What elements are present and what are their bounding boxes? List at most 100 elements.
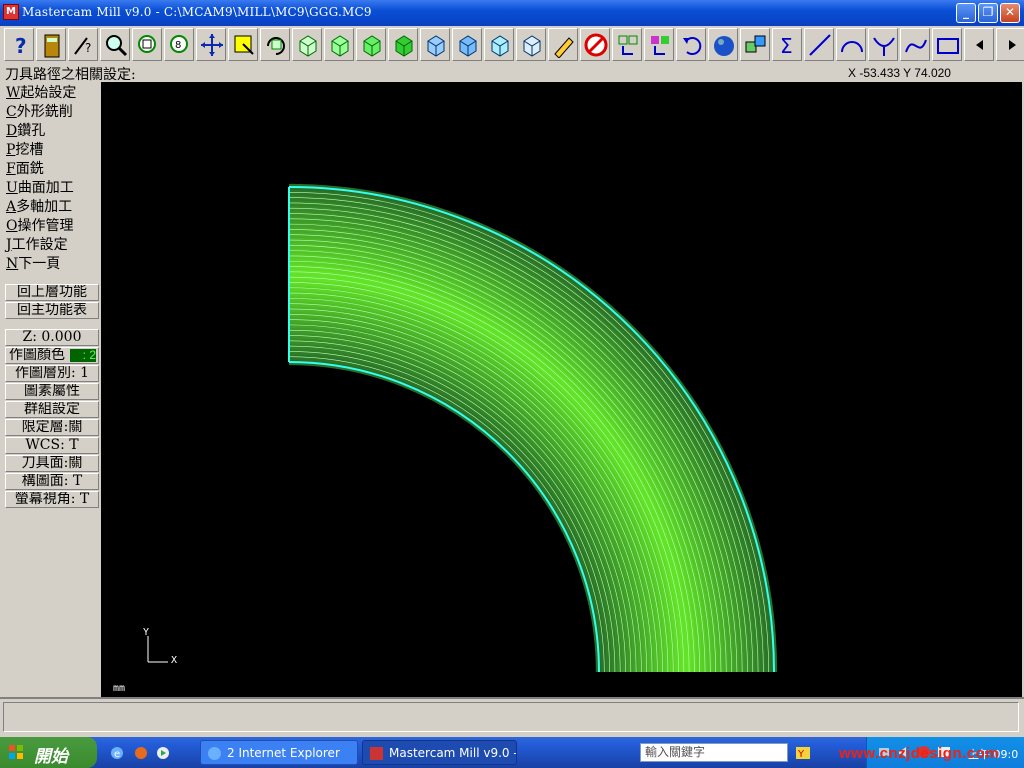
- menu-item-drill[interactable]: D鑽孔: [6, 120, 45, 140]
- color-button[interactable]: 作圖顏色: 2: [5, 347, 99, 364]
- move-icon: [618, 35, 638, 55]
- pencil-button[interactable]: [548, 28, 578, 61]
- cube-2-button[interactable]: [452, 28, 482, 61]
- firefox-quicklaunch-icon[interactable]: [134, 746, 148, 760]
- zoom-window-icon: [138, 35, 156, 53]
- gview-button[interactable]: 螢幕視角: T: [5, 491, 99, 508]
- analyze-button[interactable]: ?: [68, 28, 98, 61]
- cube-4-button[interactable]: [516, 28, 546, 61]
- rectangle-button[interactable]: [932, 28, 962, 61]
- view-top-icon: [299, 35, 317, 57]
- search-input[interactable]: 輸入關鍵字: [640, 743, 788, 762]
- spline-icon: [905, 39, 927, 53]
- main-menu: W起始設定 C外形銑削 D鑽孔 P挖槽 F面銑 U曲面加工 A多軸加工 O操作管…: [0, 82, 101, 697]
- page-left-icon: [976, 40, 983, 50]
- calculator-button[interactable]: [36, 28, 66, 61]
- sum-icon: Σ: [780, 34, 793, 58]
- help-icon: ?: [15, 34, 27, 58]
- pan-icon: [201, 34, 223, 56]
- zoom-fit-icon: 8: [170, 35, 188, 53]
- view-front-icon: [331, 35, 349, 57]
- cube-3-icon: [491, 35, 509, 57]
- sphere-button[interactable]: [708, 28, 738, 61]
- cube-3-button[interactable]: [484, 28, 514, 61]
- menu-item-face[interactable]: F面銑: [6, 158, 44, 178]
- view-front-button[interactable]: [324, 28, 354, 61]
- toolpath-drawing: [288, 183, 778, 673]
- page-left-button[interactable]: [964, 28, 994, 61]
- view-top-button[interactable]: [292, 28, 322, 61]
- spline-button[interactable]: [900, 28, 930, 61]
- taskbar-item-ie[interactable]: 2 Internet Explorer: [200, 740, 358, 765]
- mask-button[interactable]: 限定層:關: [5, 419, 99, 436]
- search-engine-icon[interactable]: Y: [795, 745, 811, 761]
- axis-y-label: Y: [143, 627, 150, 638]
- windows-logo-icon: [9, 745, 23, 759]
- menu-item-surface[interactable]: U曲面加工: [6, 177, 74, 197]
- copy-icon: [651, 36, 669, 55]
- start-button[interactable]: 開始: [0, 737, 97, 768]
- menu-item-pocket[interactable]: P挖槽: [6, 139, 43, 159]
- select-icon: [234, 35, 254, 55]
- line-icon: [809, 34, 831, 56]
- sum-button[interactable]: Σ: [772, 28, 802, 61]
- view-side-icon: [363, 35, 381, 57]
- delete-icon: [584, 33, 608, 57]
- menu-item-next-page[interactable]: N下一頁: [6, 253, 60, 273]
- main-menu-button[interactable]: 回主功能表: [5, 302, 99, 319]
- cube-1-button[interactable]: [420, 28, 450, 61]
- calculator-icon: [44, 34, 60, 58]
- tplane-button[interactable]: 刀具面:關: [5, 455, 99, 472]
- z-depth-button[interactable]: Z: 0.000: [5, 329, 99, 346]
- status-line: 刀具路徑之相關設定: X -53.433 Y 74.020: [0, 64, 1024, 83]
- taskbar-item-mastercam[interactable]: Mastercam Mill v9.0 - ...: [362, 740, 517, 765]
- zoom-button[interactable]: [100, 28, 130, 61]
- fillet-icon: [873, 37, 895, 56]
- arc-button[interactable]: [836, 28, 866, 61]
- back-button[interactable]: 回上層功能: [5, 284, 99, 301]
- select-button[interactable]: [228, 28, 258, 61]
- cplane-button[interactable]: 構圖面: T: [5, 473, 99, 490]
- copy-button[interactable]: [644, 28, 674, 61]
- help-button[interactable]: ?: [4, 28, 34, 61]
- sphere-icon: [714, 36, 734, 56]
- prompt-text: 刀具路徑之相關設定:: [5, 67, 136, 83]
- mastercam-icon: [370, 747, 383, 760]
- close-button[interactable]: ✕: [1000, 3, 1020, 23]
- menu-item-multiaxis[interactable]: A多軸加工: [6, 196, 72, 216]
- page-right-icon: [1009, 40, 1016, 50]
- zoom-fit-button[interactable]: 8: [164, 28, 194, 61]
- ie-quicklaunch-icon[interactable]: e: [110, 746, 124, 760]
- menu-item-contour[interactable]: C外形銑削: [6, 101, 73, 121]
- zoom-window-button[interactable]: [132, 28, 162, 61]
- app-icon[interactable]: M: [3, 4, 19, 20]
- window-title: Mastercam Mill v9.0 - C:\MCAM9\MILL\MC9\…: [22, 5, 372, 19]
- menu-item-operations[interactable]: O操作管理: [6, 215, 73, 235]
- rotate-button[interactable]: [260, 28, 290, 61]
- page-right-button[interactable]: [996, 28, 1024, 61]
- transform-button[interactable]: [740, 28, 770, 61]
- menu-item-job-setup[interactable]: J工作設定: [6, 234, 68, 254]
- minimize-button[interactable]: _: [956, 3, 976, 23]
- undo-button[interactable]: [676, 28, 706, 61]
- pan-button[interactable]: [196, 28, 226, 61]
- level-button[interactable]: 作圖層別: 1: [5, 365, 99, 382]
- wcs-button[interactable]: WCS: T: [5, 437, 99, 454]
- media-quicklaunch-icon[interactable]: [156, 746, 170, 760]
- restore-button[interactable]: ❐: [978, 3, 998, 23]
- color-chip: : 2: [70, 349, 96, 362]
- rotate-icon: [267, 37, 285, 55]
- move-button[interactable]: [612, 28, 642, 61]
- cube-4-icon: [523, 35, 541, 57]
- view-iso-button[interactable]: [388, 28, 418, 61]
- prompt-field: [3, 702, 1019, 732]
- line-button[interactable]: [804, 28, 834, 61]
- fillet-button[interactable]: [868, 28, 898, 61]
- menu-item-start-settings[interactable]: W起始設定: [6, 82, 76, 102]
- graphics-viewport[interactable]: Y X mm: [101, 82, 1022, 697]
- groups-button[interactable]: 群組設定: [5, 401, 99, 418]
- view-iso-icon: [395, 35, 413, 57]
- view-side-button[interactable]: [356, 28, 386, 61]
- attributes-button[interactable]: 圖素屬性: [5, 383, 99, 400]
- delete-button[interactable]: [580, 28, 610, 61]
